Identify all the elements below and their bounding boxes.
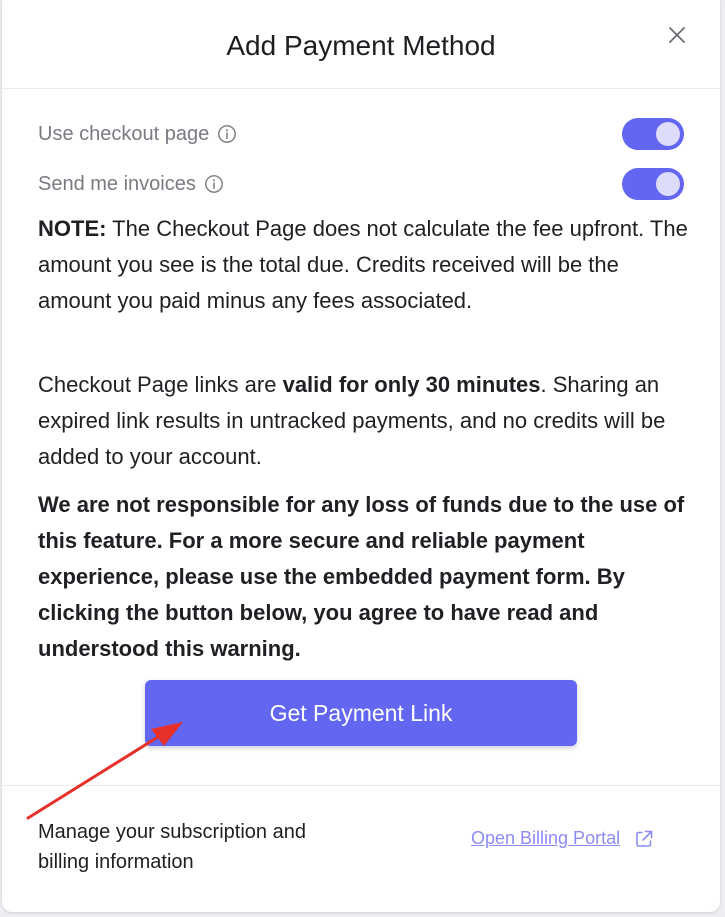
toggle-row-checkout: Use checkout page: [38, 117, 684, 151]
toggle-knob: [656, 172, 680, 196]
note-text: The Checkout Page does not calculate the…: [38, 216, 688, 313]
links-info-before: Checkout Page links are: [38, 372, 283, 397]
modal-title: Add Payment Method: [226, 30, 496, 61]
note-paragraph: NOTE: The Checkout Page does not calcula…: [38, 211, 688, 319]
payment-modal: Add Payment Method Use checkout page Sen…: [2, 0, 720, 912]
links-info-paragraph: Checkout Page links are valid for only 3…: [38, 367, 688, 475]
toggle-label-invoices: Send me invoices: [38, 173, 224, 196]
external-link-icon: [636, 830, 653, 847]
warning-paragraph: We are not responsible for any loss of f…: [38, 492, 685, 661]
toggle-label-checkout: Use checkout page: [38, 123, 237, 146]
portal-link-label: Open Billing Portal: [471, 828, 621, 848]
modal-header: Add Payment Method: [2, 0, 720, 89]
links-info-bold: valid for only 30 minutes: [282, 372, 541, 397]
toggle-label-text: Use checkout page: [38, 122, 210, 145]
toggle-knob: [656, 122, 680, 146]
send-invoices-toggle[interactable]: [622, 168, 684, 200]
footer-description: Manage your subscription and billing inf…: [38, 821, 306, 873]
toggle-label-text: Send me invoices: [38, 172, 196, 195]
modal-footer: Manage your subscription and billing inf…: [2, 785, 720, 913]
open-billing-portal-link[interactable]: Open Billing Portal: [471, 828, 654, 849]
info-icon[interactable]: [217, 124, 237, 144]
get-payment-link-button[interactable]: Get Payment Link: [145, 680, 577, 746]
toggle-row-invoices: Send me invoices: [38, 167, 684, 201]
checkout-page-toggle[interactable]: [622, 118, 684, 150]
note-prefix: NOTE:: [38, 216, 107, 241]
close-icon[interactable]: [664, 22, 690, 48]
info-icon[interactable]: [204, 174, 224, 194]
